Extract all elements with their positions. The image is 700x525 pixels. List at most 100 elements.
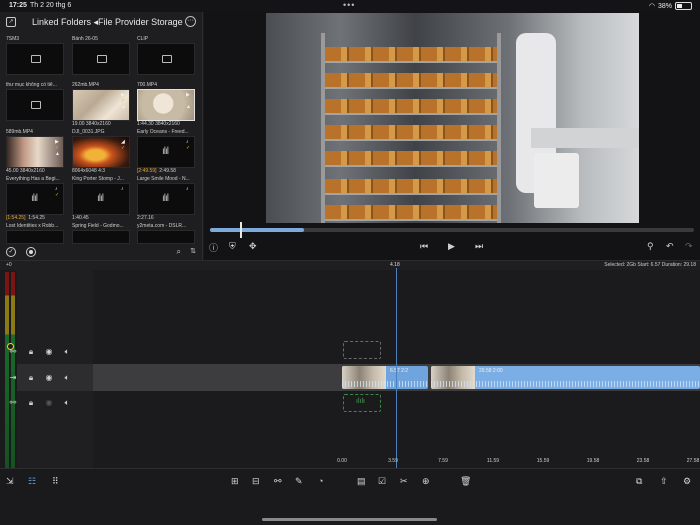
tile-marks: ♪ <box>186 186 189 192</box>
layout-icon[interactable]: ⠿ <box>52 476 59 487</box>
timeline-header: +0 4.18 Selected: 2Gb Start: 6.57 Durati… <box>0 260 700 270</box>
speaker-icon[interactable]: 🔈︎ <box>62 373 72 383</box>
wifi-icon: ◠ <box>648 3 655 10</box>
undo-icon[interactable]: ↶ <box>666 241 674 252</box>
tile-thumb <box>6 43 64 75</box>
speaker-icon[interactable]: 🔈︎ <box>62 347 72 357</box>
viewer-toolbar: ⓘ ⛨ ✥ ⏮ ▶ ⏭ ⚲ ↶ ↷ <box>204 241 700 257</box>
tile-meta: 8064x6048 4:3 <box>72 168 106 174</box>
video-frame[interactable] <box>266 13 639 223</box>
skip-forward-icon[interactable]: ⏭ <box>475 241 483 252</box>
add-overlay-placeholder[interactable] <box>343 341 381 359</box>
tile-thumb: ılıl ♪ <box>137 183 195 215</box>
select-icon[interactable]: ☑ <box>378 476 386 487</box>
media-tile[interactable]: 262mb.MP4 ▶ ✓ ▲ 19.00 3840x2160 <box>72 82 130 128</box>
add-icon[interactable]: ⊕ <box>422 476 430 487</box>
add-title-icon[interactable]: ⊟ <box>252 476 260 487</box>
tile-label: 700.MP4 <box>137 82 158 88</box>
lock-icon[interactable]: 🔒︎ <box>26 347 36 357</box>
media-tile[interactable]: DJI_0031.JPG ◢ ✓ 8064x6048 4:3 <box>72 129 130 175</box>
preview-scrubber[interactable] <box>210 222 694 238</box>
home-indicator[interactable] <box>262 518 437 521</box>
tile-meta: 45.00 3840x2160 <box>6 168 45 174</box>
audio-wave-icon: ılıl <box>31 193 38 204</box>
redo-icon[interactable]: ↷ <box>685 241 693 252</box>
browser-header: ↗ Linked Folders ◂File Provider Storage … <box>0 12 202 32</box>
timeline-ruler[interactable]: 0.00 3.59 7.59 11.59 15.59 19.58 23.58 2… <box>93 456 700 468</box>
search-icon[interactable]: ⌕ <box>177 247 181 257</box>
tile-label: Everything Has a Begi... <box>6 176 60 182</box>
speed-icon[interactable]: ◔ <box>318 476 323 486</box>
scrubber-fill <box>210 228 305 232</box>
select-check-icon[interactable]: ✓ <box>6 247 16 257</box>
timeline-view-icon[interactable]: ☷ <box>28 476 36 487</box>
media-tile[interactable]: Everything Has a Begi... ılıl ♪ ✓ [1:54.2… <box>6 176 64 222</box>
media-tile[interactable]: thư mục không có tiê... <box>6 82 64 121</box>
skip-back-icon[interactable]: ⏮ <box>420 241 428 252</box>
tile-marks: ♪ ✓ <box>186 139 191 151</box>
record-icon[interactable] <box>26 247 36 257</box>
media-tile[interactable]: 589mb.MP4 ▶ ✓ ▲ 45.00 3840x2160 <box>6 129 64 175</box>
eye-icon[interactable]: ◉ <box>44 347 54 357</box>
ruler-tick: 27.58 <box>686 458 700 464</box>
link-icon[interactable]: ⚯ <box>8 347 18 357</box>
counter <box>531 128 639 148</box>
lock-icon[interactable]: 🔒︎ <box>26 373 36 383</box>
info-icon[interactable]: ⓘ <box>209 241 218 254</box>
meter-channel-left <box>5 272 9 468</box>
croissant-shelf <box>325 73 497 89</box>
media-tile[interactable]: King Porter Stomp - J... ılıl ♪ 1:40.45 <box>72 176 130 222</box>
add-media-icon[interactable]: ⊞ <box>231 476 239 487</box>
delete-icon[interactable]: 🗑︎ <box>460 476 471 487</box>
media-tile[interactable]: Large Smile Mood - N... ılıl ♪ 2:27.16 <box>137 176 195 222</box>
anchor-icon[interactable]: ⇥ <box>8 373 18 383</box>
eye-icon[interactable]: ◉ <box>44 373 54 383</box>
folder-icon <box>162 55 172 63</box>
media-browser: ↗ Linked Folders ◂File Provider Storage … <box>0 12 203 260</box>
scrubber-handle[interactable] <box>240 222 242 238</box>
ruler-tick: 11.59 <box>486 458 500 464</box>
link-icon[interactable]: ⚯ <box>274 476 282 487</box>
pip-icon[interactable]: ⧉ <box>636 476 642 487</box>
tile-meta: [2:49.59] 2:49.58 <box>137 168 176 174</box>
media-tile[interactable]: Early Oceans - Freed... ılıl ♪ ✓ [2:49.59… <box>137 129 195 175</box>
croissant-shelf <box>325 179 497 195</box>
media-tile[interactable]: CLIP <box>137 36 195 75</box>
media-tile[interactable]: y2meta.com - DSLR... <box>137 223 195 244</box>
speaker-icon[interactable]: 🔈︎ <box>62 398 72 408</box>
tile-label: 589mb.MP4 <box>6 129 33 135</box>
media-tile[interactable]: 7SM3 <box>6 36 64 75</box>
browser-footer: ✓ ⌕ ⇅ <box>0 244 203 260</box>
ruler-tick: 7.59 <box>438 458 448 464</box>
more-options-icon[interactable]: ··· <box>185 16 196 27</box>
audio-settings-icon[interactable]: ⇲ <box>6 476 14 487</box>
settings-icon[interactable]: ⚙ <box>683 476 691 487</box>
sort-icon[interactable]: ⇅ <box>190 247 196 255</box>
meter-db-label: +0 <box>6 262 12 268</box>
media-tile[interactable]: Bánh 26-05 <box>72 36 130 75</box>
move-icon[interactable]: ✥ <box>249 241 257 252</box>
lock-icon[interactable]: 🔒︎ <box>26 398 36 408</box>
folder-icon[interactable]: ↗ <box>6 17 16 27</box>
media-tile[interactable]: Lost Identities x Robb... <box>6 223 64 244</box>
link-icon[interactable]: ⚯ <box>8 398 18 408</box>
split-icon[interactable]: ✂ <box>400 476 408 487</box>
pen-icon[interactable]: ✎ <box>295 476 303 487</box>
play-icon[interactable]: ▶ <box>448 241 455 252</box>
shield-icon[interactable]: ⛨ <box>229 241 236 252</box>
tile-thumb: ▶ ✓ ▲ <box>72 89 130 121</box>
captions-icon[interactable]: ▤ <box>357 476 366 487</box>
audio-meter[interactable] <box>5 272 16 468</box>
timeline-playhead[interactable] <box>396 268 397 468</box>
timeline-clip[interactable]: 6.57 2:2 <box>342 366 428 389</box>
timeline-clip[interactable]: 29.58 2:00 <box>431 366 700 389</box>
share-icon[interactable]: ⇧ <box>660 476 668 487</box>
eye-icon[interactable]: ◉ <box>44 398 54 408</box>
tile-thumb: ılıl ♪ ✓ <box>137 136 195 168</box>
voiceover-icon[interactable]: ⚲ <box>647 241 654 252</box>
media-tile[interactable]: Spring Field - Godmo... <box>72 223 130 244</box>
audio-wave-icon: ılıl <box>162 193 169 204</box>
media-tile-selected[interactable]: 700.MP4 ▶ ✓ ▲ 1:44.30 3840x2160 <box>137 82 195 128</box>
multitask-dots[interactable]: ••• <box>343 0 355 10</box>
add-audio-placeholder[interactable] <box>343 394 381 412</box>
